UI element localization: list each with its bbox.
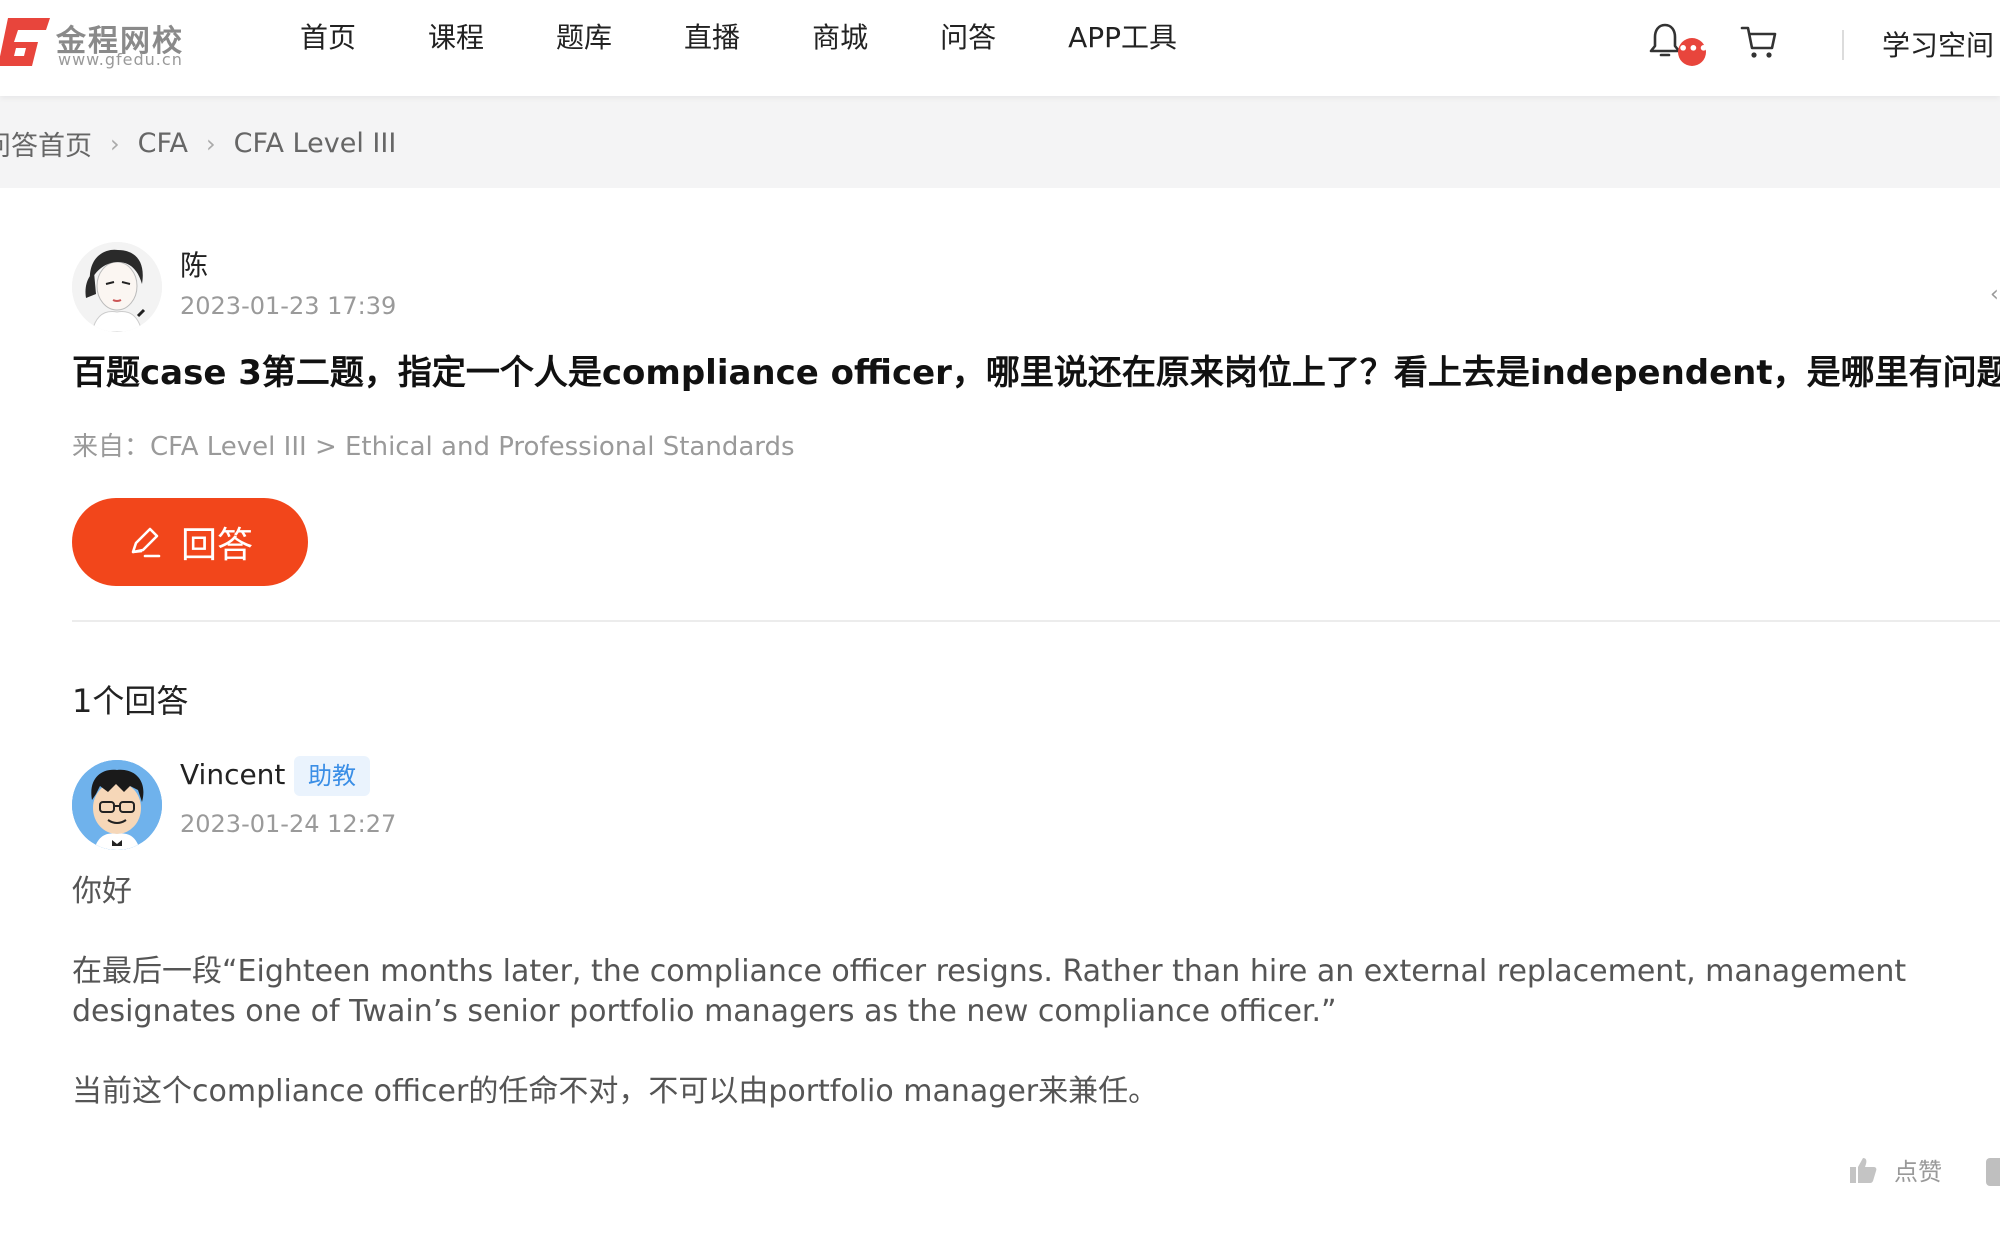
notification-button[interactable]: ••• (1648, 22, 1709, 70)
answer-paragraph: 在最后一段“Eighteen months later, the complia… (72, 954, 1907, 1029)
main-nav: 首页 课程 题库 直播 商城 问答 APP工具 (300, 14, 1249, 62)
thumbs-up-icon (1850, 1157, 1877, 1183)
answer-button[interactable]: 回答 (72, 498, 308, 586)
question-source: 来自：CFA Level III > Ethical and Professio… (72, 432, 795, 462)
nav-qa[interactable]: 问答 (940, 14, 996, 62)
breadcrumb-bar: 问答首页 › CFA › CFA Level III (0, 96, 2000, 188)
nav-home[interactable]: 首页 (300, 14, 356, 62)
answer-body: 你好 在最后一段“Eighteen months later, the comp… (72, 872, 1952, 1152)
nav-mall[interactable]: 商城 (812, 14, 868, 62)
avatar-image (72, 242, 162, 332)
breadcrumb-qa-home[interactable]: 问答首页 (0, 124, 92, 163)
answer-paragraph: 你好 (72, 874, 132, 909)
like-button[interactable]: 点赞 (1848, 1152, 1942, 1187)
question-title: 百题case 3第二题，指定一个人是compliance officer，哪里说… (72, 353, 2000, 393)
question-timestamp: 2023-01-23 17:39 (180, 292, 397, 320)
study-space-link[interactable]: 学习空间 (1882, 24, 1994, 64)
like-label: 点赞 (1894, 1158, 1942, 1186)
header-divider (1842, 30, 1844, 60)
logo-mark-icon (0, 18, 50, 66)
site-logo[interactable]: 金程网校 www.gfedu.cn (0, 8, 200, 78)
answer-timestamp: 2023-01-24 12:27 (180, 810, 397, 838)
more-options-icon[interactable]: ‹ (1990, 282, 1999, 307)
answer-paragraph: 当前这个compliance officer的任命不对，不可以由portfoli… (72, 1074, 1159, 1109)
answer-author-name[interactable]: Vincent (180, 758, 285, 791)
nav-app-tools[interactable]: APP工具 (1068, 14, 1177, 62)
logo-url: www.gfedu.cn (58, 50, 183, 69)
nav-courses[interactable]: 课程 (428, 14, 484, 62)
question-author-name[interactable]: 陈 (180, 244, 208, 284)
question-author-avatar[interactable] (72, 242, 162, 332)
comment-icon[interactable] (1986, 1158, 2000, 1186)
pencil-icon (131, 527, 161, 558)
cart-icon (1740, 26, 1777, 58)
top-header: 金程网校 www.gfedu.cn 首页 课程 题库 直播 商城 问答 APP工… (0, 0, 2000, 96)
section-divider (72, 620, 2000, 622)
chevron-right-icon: › (205, 129, 216, 158)
chevron-right-icon: › (110, 129, 120, 158)
nav-live[interactable]: 直播 (684, 14, 740, 62)
assistant-role-badge: 助教 (294, 756, 370, 796)
breadcrumb: 问答首页 › CFA › CFA Level III (0, 124, 396, 163)
cart-button[interactable] (1740, 24, 1780, 64)
avatar-image (72, 760, 162, 850)
answer-count: 1个回答 (72, 682, 189, 720)
nav-question-bank[interactable]: 题库 (556, 14, 612, 62)
answer-author-avatar[interactable] (72, 760, 162, 850)
bell-icon (1649, 23, 1681, 57)
breadcrumb-cfa[interactable]: CFA (138, 128, 188, 159)
notification-badge: ••• (1678, 38, 1709, 66)
answer-button-label: 回答 (180, 525, 253, 566)
breadcrumb-cfa-level-3[interactable]: CFA Level III (234, 128, 397, 159)
